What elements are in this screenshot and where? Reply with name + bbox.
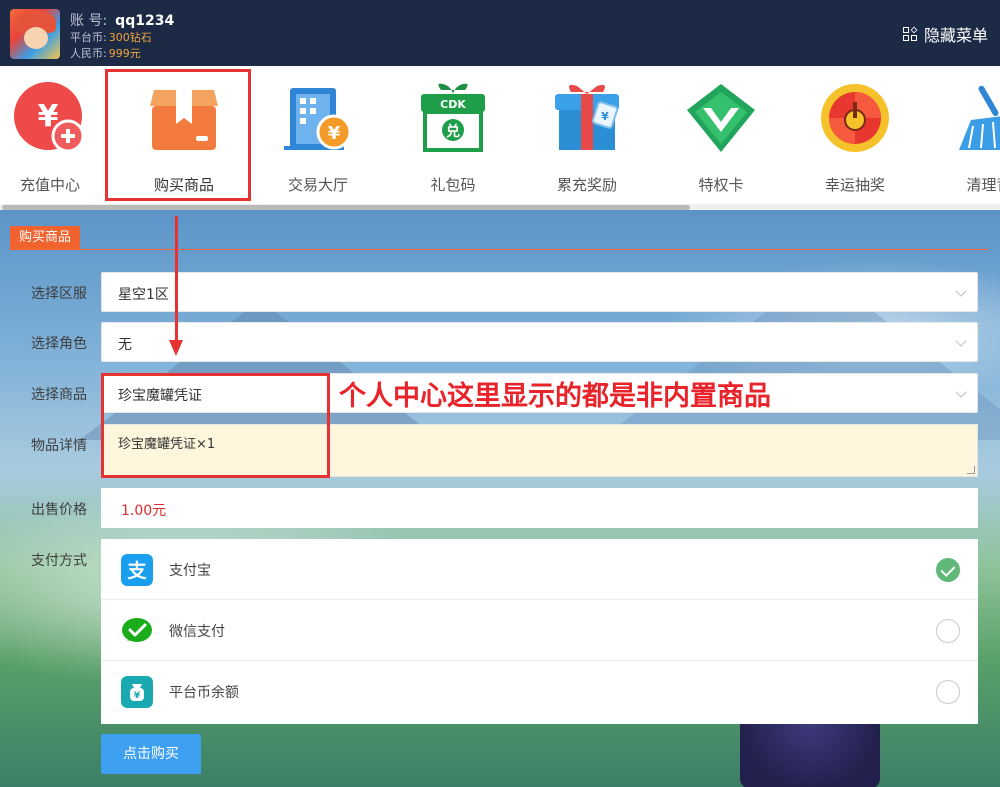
menu-item-cumulative-reward[interactable]: ¥ 累充奖励 [520, 66, 654, 206]
price-value: 1.00元 [121, 503, 167, 519]
platform-coin-label: 平台币: [70, 31, 107, 44]
payment-option-alipay[interactable]: 支 支付宝 [101, 539, 978, 600]
wechat-pay-icon [122, 618, 152, 642]
radio-checked-icon[interactable] [936, 558, 960, 582]
svg-text:支: 支 [126, 560, 147, 582]
chevron-down-icon [955, 335, 967, 347]
menu-item-lucky-draw[interactable]: 幸运抽奖 [788, 66, 922, 206]
menu-item-gift-code[interactable]: CDK 兑 礼包码 [386, 66, 520, 206]
menu-item-label: 交易大厅 [287, 176, 348, 194]
product-label: 选择商品 [31, 387, 87, 403]
payment-options: 支 支付宝 微信支付 ¥ 平台币余额 [101, 539, 978, 724]
gift-box-icon: ¥ [555, 84, 619, 150]
account-label: 账 号: [70, 13, 108, 29]
svg-text:兑: 兑 [446, 123, 460, 140]
role-value: 无 [118, 337, 132, 353]
rmb-value: 999元 [108, 47, 141, 60]
top-header: 账 号: qq1234 平台币: 300钻石 人民币: 999元 隐藏菜单 [0, 0, 1000, 66]
server-label: 选择区服 [31, 286, 87, 302]
menu-item-recharge[interactable]: ¥ 充值中心 [0, 66, 117, 206]
hide-menu-button[interactable]: 隐藏菜单 [902, 22, 988, 46]
svg-text:¥: ¥ [134, 691, 141, 701]
resize-grip-icon[interactable] [967, 466, 975, 474]
platform-coin-row: 平台币: 300钻石 [70, 29, 152, 45]
avatar-face [24, 27, 48, 49]
menu-item-label: 特权卡 [698, 176, 744, 194]
menu-item-label: 清理背 [966, 176, 1000, 194]
payment-option-label: 平台币余额 [169, 685, 239, 701]
menu-item-trade-hall[interactable]: ¥ 交易大厅 [251, 66, 385, 206]
chevron-down-icon [955, 386, 967, 398]
recharge-icon: ¥ [14, 82, 85, 153]
account-row: 账 号: qq1234 [70, 10, 174, 30]
menu-item-privilege-card[interactable]: 特权卡 [654, 66, 788, 206]
svg-text:CDK: CDK [440, 98, 466, 111]
building-icon: ¥ [284, 88, 352, 150]
annotation-highlight-product [101, 373, 330, 478]
svg-text:¥: ¥ [328, 123, 341, 144]
payment-option-label: 支付宝 [169, 563, 211, 579]
menu-item-label: 累充奖励 [556, 176, 617, 194]
payment-option-label: 微信支付 [169, 624, 225, 640]
buy-button[interactable]: 点击购买 [101, 734, 201, 774]
annotation-arrow-head [169, 340, 183, 356]
role-select[interactable]: 无 [101, 322, 978, 362]
radio-unchecked-icon[interactable] [936, 680, 960, 704]
details-label: 物品详情 [31, 438, 87, 454]
role-label: 选择角色 [31, 336, 87, 352]
radio-unchecked-icon[interactable] [936, 619, 960, 643]
grid-icon [902, 26, 918, 42]
account-value: qq1234 [115, 13, 175, 29]
server-select[interactable]: 星空1区 [101, 272, 978, 312]
alipay-icon: 支 [121, 554, 153, 586]
annotation-arrow [175, 216, 178, 344]
payment-option-wechat[interactable]: 微信支付 [101, 600, 978, 661]
menu-item-clean-bag[interactable]: 清理背 [922, 66, 1000, 206]
payment-label: 支付方式 [31, 553, 87, 569]
price-field: 1.00元 [101, 488, 978, 528]
rmb-label: 人民币: [70, 47, 107, 60]
chevron-down-icon [955, 285, 967, 297]
menu-item-label: 充值中心 [19, 176, 80, 194]
price-label: 出售价格 [31, 502, 87, 518]
lucky-wheel-icon [821, 84, 889, 152]
rmb-row: 人民币: 999元 [70, 45, 141, 61]
platform-coin-value: 300钻石 [108, 31, 152, 44]
v-badge-icon [687, 84, 755, 152]
menu-item-label: 礼包码 [430, 176, 476, 194]
cdk-gift-icon: CDK 兑 [421, 83, 485, 152]
wallet-icon: ¥ [121, 676, 153, 708]
section-title: 购买商品 [10, 226, 81, 250]
payment-option-balance[interactable]: ¥ 平台币余额 [101, 661, 978, 722]
svg-text:¥: ¥ [601, 110, 609, 123]
section-divider [10, 249, 988, 250]
annotation-text: 个人中心这里显示的都是非内置商品 [339, 381, 771, 412]
annotation-highlight-menu [105, 69, 251, 201]
hide-menu-label: 隐藏菜单 [923, 26, 988, 45]
broom-icon [959, 85, 1000, 150]
menu-item-label: 幸运抽奖 [824, 176, 885, 194]
server-value: 星空1区 [118, 287, 169, 303]
avatar [10, 9, 60, 59]
